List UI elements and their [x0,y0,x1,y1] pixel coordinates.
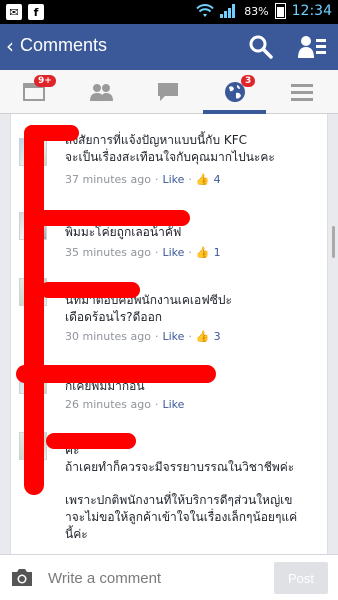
comment-text-line: าจะไม่ขอให้ลูกค้าเข้าใจในเรื่องเล็กๆน้อย… [65,510,298,524]
tab-news-feed[interactable]: 9+ [0,70,67,114]
comment-text-line: พิมมะโค่ยถูกเลอน้าคั๊ฟ [65,225,182,239]
like-button[interactable]: Like [162,330,184,343]
comment-text-line: เพราะปกติพนักงานที่ให้บริการดีๆส่วนใหญ่เ… [65,493,293,507]
friends-list-icon[interactable] [298,34,326,60]
comment-meta: 30 minutes ago · Like · 👍 3 [65,330,221,343]
top-tab-bar: 9+ 3 [0,70,338,114]
redaction-top-stroke [24,125,79,141]
comment-meta: 35 minutes ago · Like · 👍 1 [65,246,221,259]
comment-time[interactable]: 26 minutes ago [65,398,151,411]
battery-icon [274,3,286,19]
comment-meta: 26 minutes ago · Like [65,398,185,411]
redaction-name-stroke [46,433,136,449]
status-bar: ✉ f 83% 12:34 [0,0,338,24]
tab-notifications[interactable]: 3 [201,70,268,114]
comment-time[interactable]: 35 minutes ago [65,246,151,259]
camera-icon[interactable] [10,567,34,587]
like-count[interactable]: 4 [214,173,221,186]
tab-messages[interactable] [134,70,201,114]
like-count[interactable]: 1 [214,246,221,259]
search-icon[interactable] [248,34,274,60]
scrollbar[interactable] [332,226,335,258]
comment-text: สงสัยการที่แจ้งปัญหาแบบนี้กับ KFC จะเป็น… [65,132,323,166]
comment-text-line: สงสัยการที่แจ้งปัญหาแบบนี้กับ KFC [65,133,248,147]
facebook-notification-icon: f [28,4,44,20]
battery-percent: 83% [244,4,269,18]
post-button[interactable]: Post [274,562,328,594]
page-title[interactable]: Comments [20,35,107,56]
comment-text-line: ถ้าเคยทำก็ควรจะมีจรรยาบรรณในวิชาชีพค่ะ [65,460,295,474]
like-count[interactable]: 3 [214,330,221,343]
redaction-vertical-stroke [24,125,44,495]
menu-icon [290,84,313,101]
redaction-name-stroke [40,282,140,298]
comment-text-line: จะเป็นเรื่องสะเทือนใจกับคุณมากไปนะคะ [65,150,275,164]
app-bar: ‹ Comments [0,24,338,70]
comments-list[interactable]: สงสัยการที่แจ้งปัญหาแบบนี้กับ KFC จะเป็น… [10,114,328,560]
comment-time[interactable]: 37 minutes ago [65,173,151,186]
like-button[interactable]: Like [162,173,184,186]
thumbs-up-icon: 👍 [195,330,210,343]
news-feed-badge: 9+ [34,75,56,87]
back-icon[interactable]: ‹ [6,34,14,58]
tab-friend-requests[interactable] [67,70,134,114]
comment-time[interactable]: 30 minutes ago [65,330,151,343]
comment-text-line: นี้ค่ะ [65,527,88,541]
like-button[interactable]: Like [162,398,184,411]
notifications-badge: 3 [241,75,256,87]
comment-text: พิมมะโค่ยถูกเลอน้าคั๊ฟ [65,224,323,241]
comment-text: ค่ะ ถ้าเคยทำก็ควรจะมีจรรยาบรรณในวิชาชีพค… [65,442,323,543]
wifi-icon [196,4,214,17]
comment-input[interactable] [48,564,264,592]
comment-text-line: เดือดร้อนไร?ดีออก [65,310,163,324]
signal-icon [220,4,236,18]
like-button[interactable]: Like [162,246,184,259]
clock: 12:34 [291,3,332,19]
friends-icon [89,84,113,101]
tab-more[interactable] [268,70,335,114]
redaction-name-stroke [36,210,190,226]
messages-icon [157,83,178,101]
thumbs-up-icon: 👍 [195,173,210,186]
notification-message-icon: ✉ [6,4,22,20]
comment-composer: Post [0,554,338,600]
comment-meta: 37 minutes ago · Like · 👍 4 [65,173,221,186]
redaction-name-stroke [16,365,216,383]
thumbs-up-icon: 👍 [195,246,210,259]
